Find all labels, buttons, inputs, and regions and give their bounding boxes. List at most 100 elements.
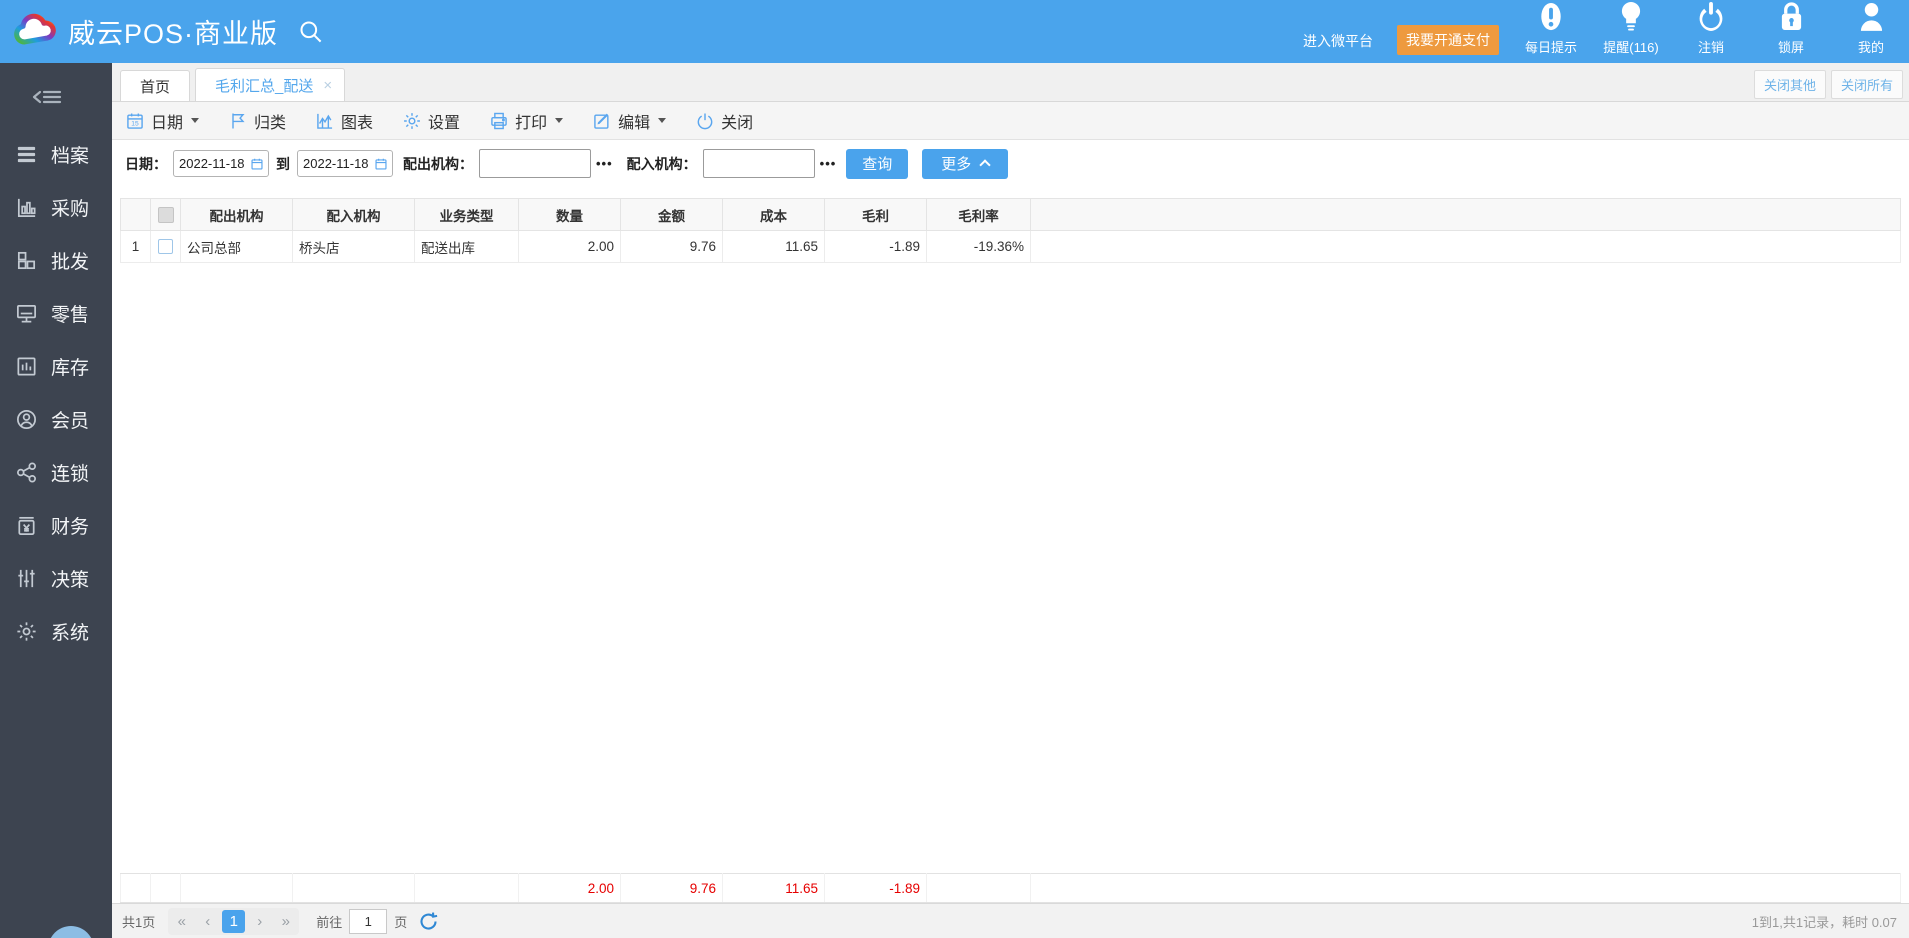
lock-screen-button[interactable]: 锁屏 bbox=[1763, 1, 1819, 56]
col-header-filler bbox=[1030, 198, 1901, 231]
sidebar-item-chain[interactable]: 连锁 bbox=[0, 446, 112, 499]
out-org-picker-button[interactable]: ••• bbox=[596, 156, 613, 171]
toolbar-date-button[interactable]: 15 日期 bbox=[125, 109, 200, 133]
prev-page-button[interactable]: ‹ bbox=[196, 909, 220, 933]
sidebar-item-finance[interactable]: 财务 bbox=[0, 499, 112, 552]
bulb-icon bbox=[1620, 1, 1642, 32]
sidebar-item-archives[interactable]: 档案 bbox=[0, 128, 112, 181]
col-header-profit-rate[interactable]: 毛利率 bbox=[926, 198, 1031, 231]
top-header-bar: 威云POS·商业版 进入微平台 我要开通支付 每日提示 提醒(116) 注销 锁… bbox=[0, 0, 1909, 63]
out-org-input[interactable] bbox=[479, 149, 591, 178]
logout-label: 注销 bbox=[1697, 40, 1724, 55]
row-number-header bbox=[120, 198, 151, 231]
reminder-button[interactable]: 提醒(116) bbox=[1603, 1, 1659, 56]
close-others-button[interactable]: 关闭其他 bbox=[1753, 70, 1826, 99]
first-page-button[interactable]: « bbox=[170, 909, 194, 933]
logout-button[interactable]: 注销 bbox=[1683, 1, 1739, 56]
in-org-input[interactable] bbox=[702, 149, 815, 178]
calendar-icon: 15 bbox=[127, 113, 143, 129]
totals-profit: -1.89 bbox=[824, 873, 927, 903]
sidebar-item-wholesale[interactable]: 批发 bbox=[0, 234, 112, 287]
tab-home-label: 首页 bbox=[140, 78, 171, 96]
toolbar-categorize-button[interactable]: 归类 bbox=[228, 109, 286, 133]
select-all-header[interactable] bbox=[150, 198, 181, 231]
daily-tips-label: 每日提示 bbox=[1524, 40, 1577, 55]
row-select-cell[interactable] bbox=[150, 230, 181, 263]
last-page-button[interactable]: » bbox=[274, 909, 298, 933]
gear-icon bbox=[404, 112, 420, 129]
col-header-biz-type[interactable]: 业务类型 bbox=[414, 198, 519, 231]
sidebar-item-system[interactable]: 系统 bbox=[0, 605, 112, 658]
pagination-bar: 共1页 « ‹ 1 › » 前往 页 1到1,共1记录，耗时 0.07 bbox=[112, 903, 1909, 938]
tab-bar: 首页 毛利汇总_配送 × 关闭其他 关闭所有 bbox=[112, 63, 1909, 102]
goto-label: 前往 bbox=[316, 914, 343, 930]
col-header-cost[interactable]: 成本 bbox=[722, 198, 825, 231]
search-icon[interactable] bbox=[297, 18, 324, 45]
cell-profit-rate: -19.36% bbox=[926, 230, 1031, 263]
tab-home[interactable]: 首页 bbox=[120, 70, 191, 101]
col-header-in-org[interactable]: 配入机构 bbox=[292, 198, 415, 231]
sidebar-item-label: 零售 bbox=[51, 305, 90, 326]
select-all-checkbox[interactable] bbox=[157, 206, 174, 223]
tab-close-icon[interactable]: × bbox=[323, 77, 332, 94]
search-button[interactable]: 查询 bbox=[846, 148, 909, 179]
date-to-input[interactable] bbox=[303, 156, 371, 171]
refresh-button[interactable] bbox=[418, 911, 439, 932]
calendar-icon[interactable] bbox=[374, 156, 388, 172]
toolbar-settings-button[interactable]: 设置 bbox=[402, 109, 460, 133]
col-header-out-org[interactable]: 配出机构 bbox=[180, 198, 293, 231]
sidebar-nav: 档案 采购 批发 零售 库存 会员 连锁 财务 决策 系统 bbox=[0, 128, 112, 658]
chevron-up-icon bbox=[979, 159, 991, 171]
toolbar-date-label: 日期 bbox=[151, 114, 184, 132]
table-header: 配出机构 配入机构 业务类型 数量 金额 成本 毛利 毛利率 bbox=[120, 198, 1901, 231]
svg-text:15: 15 bbox=[131, 120, 139, 127]
sidebar-item-label: 档案 bbox=[51, 146, 90, 167]
row-checkbox[interactable] bbox=[158, 239, 173, 255]
date-to-field[interactable] bbox=[297, 150, 393, 177]
sidebar-item-member[interactable]: 会员 bbox=[0, 393, 112, 446]
date-filter-label: 日期： bbox=[125, 155, 167, 172]
totals-empty bbox=[414, 873, 519, 903]
goto-page-input[interactable] bbox=[349, 908, 388, 934]
toolbar-edit-button[interactable]: 编辑 bbox=[592, 109, 667, 133]
close-all-button[interactable]: 关闭所有 bbox=[1830, 70, 1903, 99]
row-number-cell: 1 bbox=[120, 230, 151, 263]
sidebar-item-retail[interactable]: 零售 bbox=[0, 287, 112, 340]
record-summary: 1到1,共1记录，耗时 0.07 bbox=[1751, 914, 1897, 930]
current-page-button[interactable]: 1 bbox=[222, 909, 246, 933]
floating-helper-button[interactable] bbox=[48, 926, 94, 938]
cell-profit: -1.89 bbox=[824, 230, 927, 263]
my-account-button[interactable]: 我的 bbox=[1843, 1, 1899, 56]
sidebar-item-purchase[interactable]: 采购 bbox=[0, 181, 112, 234]
daily-tips-button[interactable]: 每日提示 bbox=[1523, 1, 1579, 56]
inventory-icon bbox=[17, 357, 36, 376]
decision-sliders-icon bbox=[18, 569, 35, 588]
app-window: 威云POS·商业版 进入微平台 我要开通支付 每日提示 提醒(116) 注销 锁… bbox=[0, 0, 1909, 938]
sidebar-item-inventory[interactable]: 库存 bbox=[0, 340, 112, 393]
col-header-amount[interactable]: 金额 bbox=[620, 198, 723, 231]
toolbar-chart-button[interactable]: 图表 bbox=[315, 109, 373, 133]
toolbar-close-label: 关闭 bbox=[721, 114, 754, 132]
in-org-picker-button[interactable]: ••• bbox=[820, 156, 837, 171]
toolbar-close-button[interactable]: 关闭 bbox=[695, 109, 753, 133]
sidebar-item-decision[interactable]: 决策 bbox=[0, 552, 112, 605]
date-from-field[interactable] bbox=[173, 150, 269, 177]
totals-cost: 11.65 bbox=[722, 873, 825, 903]
col-header-profit[interactable]: 毛利 bbox=[824, 198, 927, 231]
more-filters-button[interactable]: 更多 bbox=[922, 148, 1009, 179]
finance-icon bbox=[18, 516, 35, 535]
tab-profit-summary-delivery[interactable]: 毛利汇总_配送 × bbox=[195, 68, 346, 101]
micro-platform-link[interactable]: 进入微平台 bbox=[1303, 31, 1373, 51]
col-header-qty[interactable]: 数量 bbox=[518, 198, 621, 231]
sidebar-collapse-button[interactable] bbox=[32, 85, 62, 114]
edit-icon bbox=[594, 113, 609, 129]
toolbar-print-label: 打印 bbox=[515, 114, 548, 132]
next-page-button[interactable]: › bbox=[248, 909, 272, 933]
table-row[interactable]: 1 公司总部 桥头店 配送出库 2.00 9.76 11.65 -1.89 -1… bbox=[120, 230, 1901, 263]
grid-empty-space bbox=[120, 263, 1901, 873]
calendar-icon[interactable] bbox=[250, 156, 264, 172]
totals-empty bbox=[292, 873, 415, 903]
toolbar-print-button[interactable]: 打印 bbox=[489, 109, 564, 133]
open-payment-button[interactable]: 我要开通支付 bbox=[1397, 25, 1499, 55]
date-from-input[interactable] bbox=[179, 156, 247, 171]
